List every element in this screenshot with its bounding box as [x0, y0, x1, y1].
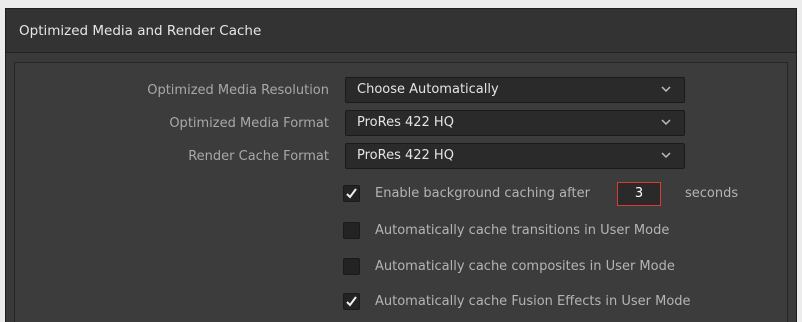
cache-fusion-checkbox[interactable]: [343, 293, 360, 310]
cache-transitions-label: Automatically cache transitions in User …: [375, 223, 670, 238]
background-caching-checkbox[interactable]: [343, 185, 360, 202]
render-cache-format-select[interactable]: ProRes 422 HQ: [345, 143, 685, 169]
optimized-media-resolution-label: Optimized Media Resolution: [147, 83, 329, 98]
background-caching-row: Enable background caching after 3 second…: [15, 181, 787, 209]
optimized-media-format-value: ProRes 422 HQ: [357, 115, 454, 130]
optimized-media-resolution-value: Choose Automatically: [357, 82, 499, 97]
cache-fusion-row: Automatically cache Fusion Effects in Us…: [15, 289, 787, 317]
cache-transitions-row: Automatically cache transitions in User …: [15, 218, 787, 246]
checkmark-icon: [346, 188, 357, 199]
panel-title: Optimized Media and Render Cache: [6, 9, 796, 53]
optimized-media-format-select[interactable]: ProRes 422 HQ: [345, 110, 685, 136]
cache-composites-checkbox[interactable]: [343, 258, 360, 275]
cache-fusion-label: Automatically cache Fusion Effects in Us…: [375, 294, 691, 309]
panel-body: Optimized Media Resolution Choose Automa…: [14, 62, 788, 322]
chevron-down-icon: [661, 119, 671, 126]
render-cache-format-label: Render Cache Format: [188, 149, 329, 164]
optimized-media-resolution-select[interactable]: Choose Automatically: [345, 77, 685, 103]
seconds-label: seconds: [685, 186, 739, 201]
checkmark-icon: [346, 296, 357, 307]
optimized-media-render-cache-panel: Optimized Media and Render Cache Optimiz…: [5, 8, 797, 322]
cache-composites-row: Automatically cache composites in User M…: [15, 254, 787, 282]
cache-transitions-checkbox[interactable]: [343, 222, 360, 239]
background-caching-label: Enable background caching after: [375, 186, 590, 201]
render-cache-format-value: ProRes 422 HQ: [357, 148, 454, 163]
cache-composites-label: Automatically cache composites in User M…: [375, 259, 675, 274]
optimized-media-format-label: Optimized Media Format: [169, 116, 329, 131]
chevron-down-icon: [661, 86, 671, 93]
chevron-down-icon: [661, 152, 671, 159]
background-caching-seconds-input[interactable]: 3: [617, 182, 661, 206]
